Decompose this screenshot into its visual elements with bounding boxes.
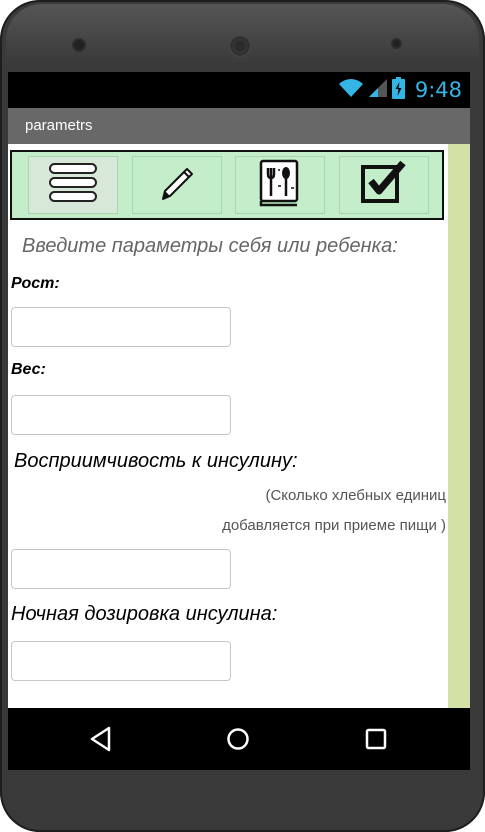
recipe-book-icon bbox=[256, 158, 304, 213]
intro-text: Введите параметры себя или ребенка: bbox=[22, 235, 398, 257]
front-camera-icon bbox=[74, 40, 84, 50]
sensitivity-hint-line-2: добавляется при приеме пищи ) bbox=[222, 517, 446, 534]
home-button[interactable] bbox=[223, 726, 253, 756]
back-button[interactable] bbox=[86, 726, 116, 756]
weight-label: Вес: bbox=[11, 361, 46, 378]
battery-charging-icon bbox=[391, 76, 405, 104]
status-bar: 9:48 bbox=[8, 72, 470, 108]
side-strip bbox=[448, 144, 470, 708]
recents-icon bbox=[365, 728, 387, 755]
speaker-icon bbox=[229, 35, 251, 57]
recents-button[interactable] bbox=[361, 726, 391, 756]
page-title: parametrs bbox=[25, 117, 93, 134]
status-clock: 9:48 bbox=[414, 78, 462, 102]
title-bar: parametrs bbox=[8, 108, 470, 144]
sensitivity-hint-line-1: (Сколько хлебных единиц bbox=[265, 487, 446, 504]
height-field[interactable] bbox=[11, 307, 231, 347]
menu-button[interactable] bbox=[28, 156, 118, 214]
checklist-button[interactable] bbox=[339, 156, 429, 214]
edit-button[interactable] bbox=[132, 156, 222, 214]
navigation-bar bbox=[8, 708, 470, 770]
sensitivity-label: Восприимчивость к инсулину: bbox=[14, 450, 298, 472]
signal-icon bbox=[368, 78, 388, 103]
phone-frame: 9:48 parametrs Введите параметры себя ил… bbox=[0, 0, 485, 832]
toolbar bbox=[10, 150, 444, 220]
pencil-icon bbox=[155, 161, 199, 210]
home-icon bbox=[226, 727, 250, 756]
night-dose-field[interactable] bbox=[11, 641, 231, 681]
content-area: Введите параметры себя или ребенка: Рост… bbox=[8, 144, 470, 708]
menu-icon bbox=[47, 161, 99, 210]
sensor-icon bbox=[393, 40, 400, 47]
checkbox-icon bbox=[359, 159, 409, 212]
recipes-button[interactable] bbox=[235, 156, 325, 214]
night-dose-label: Ночная дозировка инсулина: bbox=[11, 603, 278, 625]
screen: 9:48 parametrs Введите параметры себя ил… bbox=[8, 72, 470, 770]
sensitivity-field[interactable] bbox=[11, 549, 231, 589]
weight-field[interactable] bbox=[11, 395, 231, 435]
back-icon bbox=[89, 726, 113, 757]
height-label: Рост: bbox=[11, 275, 60, 292]
wifi-icon bbox=[338, 78, 364, 103]
